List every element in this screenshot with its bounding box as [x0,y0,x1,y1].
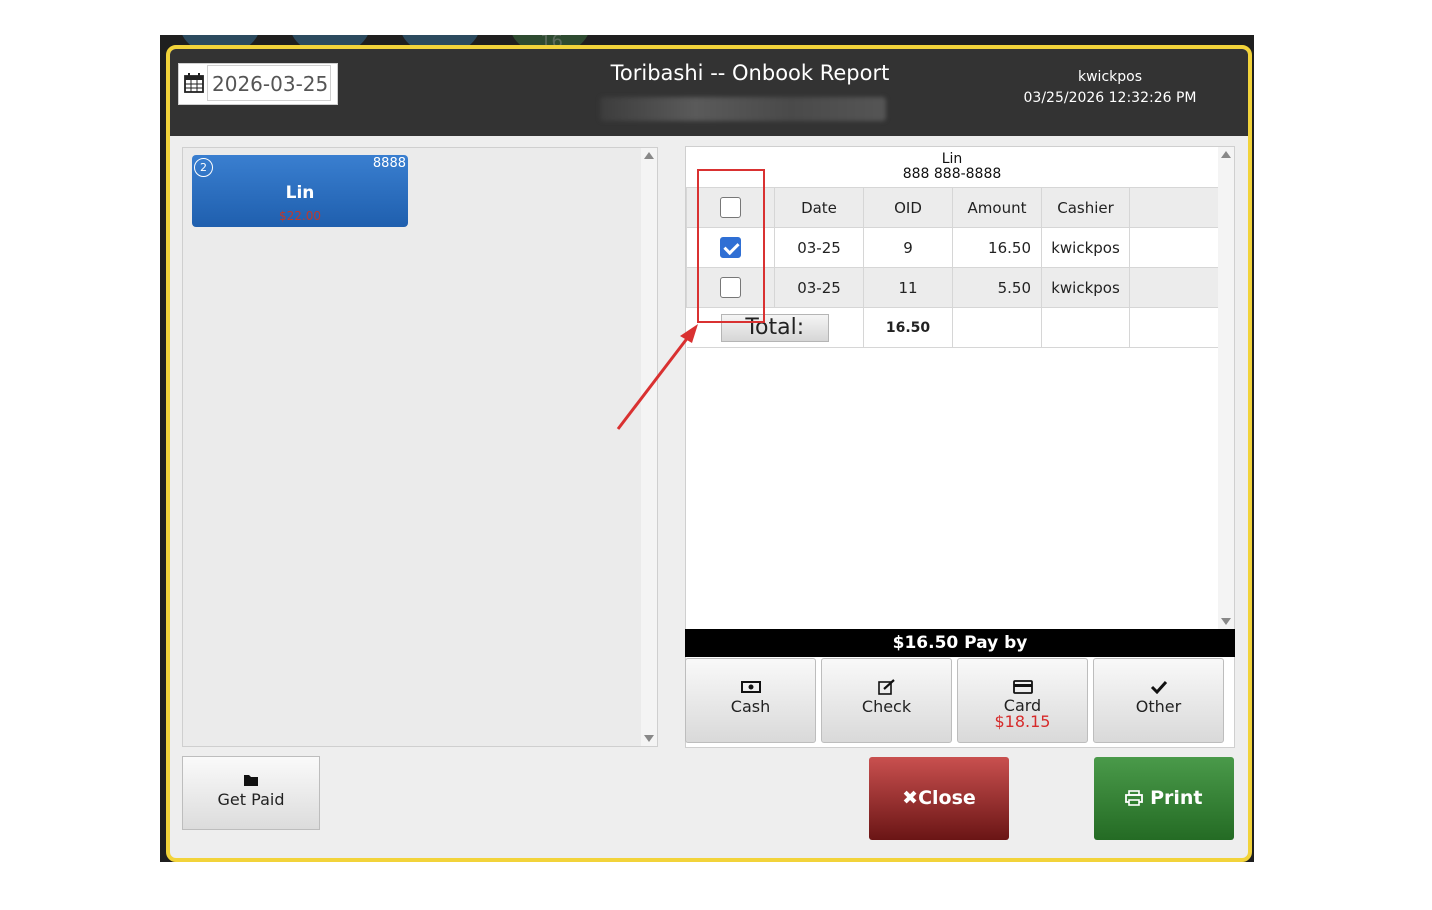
credit-card-icon [958,679,1087,697]
cash-label: Cash [730,697,771,716]
close-icon: ✖ [902,787,919,809]
close-button[interactable]: ✖Close [869,757,1009,840]
check-button[interactable]: Check [821,658,952,743]
card-amount: $18.15 [994,712,1051,731]
checkmark-icon [1094,679,1223,697]
print-icon [1125,790,1144,806]
card-button[interactable]: Card $18.15 [957,658,1088,743]
check-label: Check [861,697,912,716]
print-label: Print [1150,787,1203,809]
cash-button[interactable]: Cash [685,658,816,743]
onbook-report-modal: 2026-03-25 Toribashi -- Onbook Report kw… [166,45,1252,862]
folder-icon [183,772,319,790]
print-button[interactable]: Print [1094,757,1234,840]
cash-icon [686,679,815,697]
pay-by-bar: $16.50 Pay by [685,629,1235,657]
get-paid-button[interactable]: Get Paid [182,756,320,830]
close-label: Close [918,787,976,809]
other-button[interactable]: Other [1093,658,1224,743]
edit-icon [822,679,951,697]
get-paid-label: Get Paid [217,790,285,809]
other-label: Other [1135,697,1182,716]
